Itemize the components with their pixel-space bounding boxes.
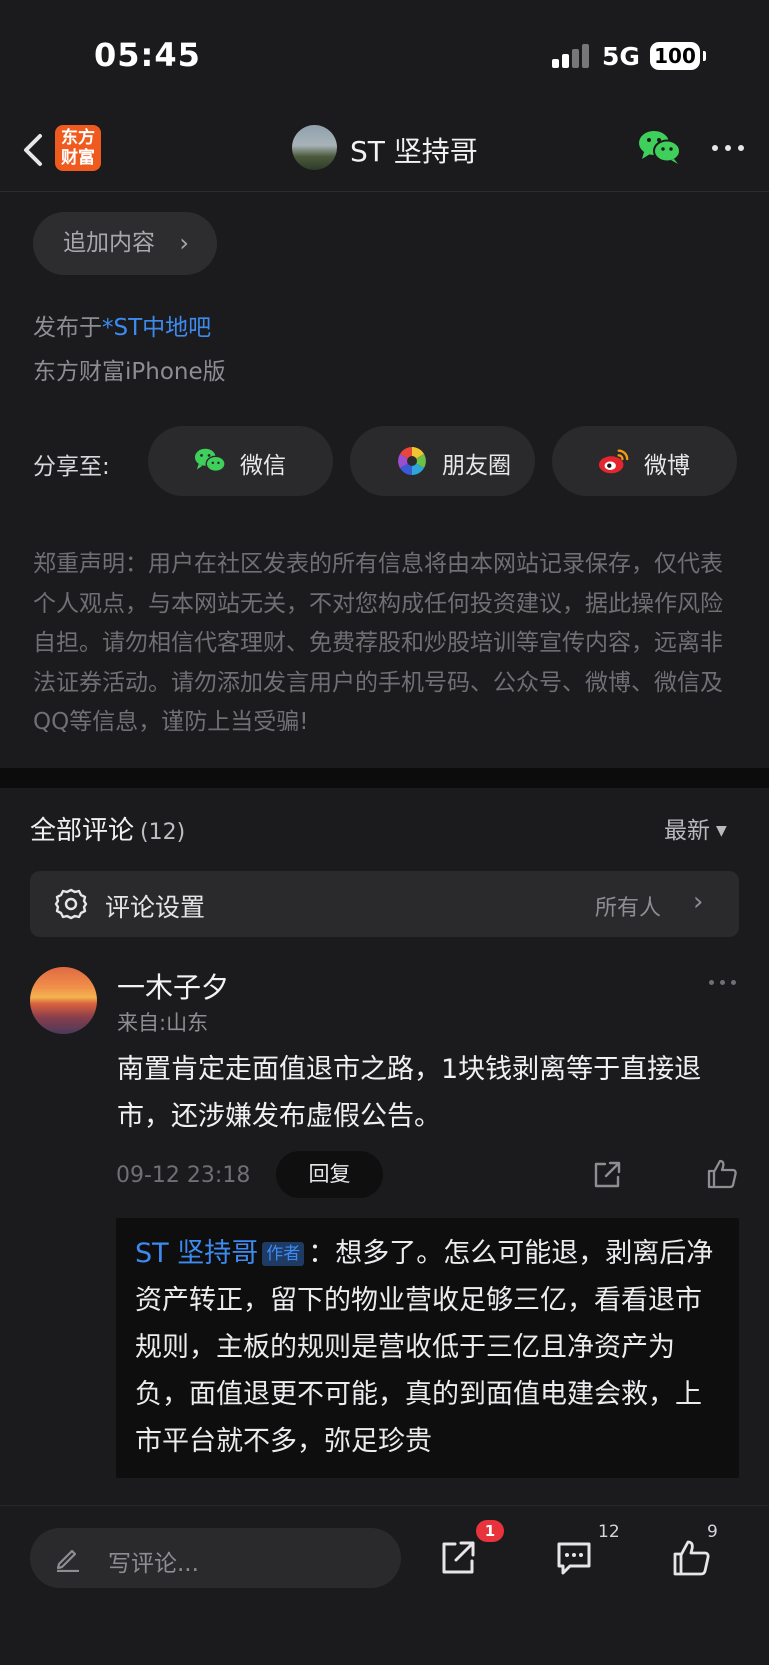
share-wechat-button[interactable]: 微信 [148,426,333,496]
bottom-bar: 写评论... 1 12 9 [0,1505,769,1665]
chevron-right-icon: › [693,887,704,917]
posted-in: 发布于*ST中地吧 [33,308,211,342]
back-icon[interactable] [18,130,48,170]
status-time: 05:45 [94,36,201,74]
add-content-label: 追加内容 [63,230,155,256]
nav-bar: 东方 财富 ST 坚持哥 [0,112,769,192]
author-name[interactable]: ST 坚持哥 [350,130,478,170]
comment-placeholder: 写评论... [108,1551,199,1577]
thumbs-up-icon[interactable] [706,1158,738,1190]
comment-settings-value: 所有人 [595,896,662,921]
comment-more-icon[interactable] [707,978,739,988]
share-wechat-label: 微信 [240,453,286,479]
share-weibo-button[interactable]: 微博 [552,426,737,496]
share-label: 分享至: [33,454,110,480]
disclaimer: 郑重声明：用户在社区发表的所有信息将由本网站记录保存，仅代表个人观点，与本网站无… [33,551,723,735]
wechat-icon[interactable] [638,128,682,166]
share-moments-button[interactable]: 朋友圈 [350,426,535,496]
author-avatar[interactable] [292,125,337,170]
share-icon[interactable] [591,1159,623,1191]
status-bar: 05:45 5G 100 [0,0,769,112]
reply-author[interactable]: ST 坚持哥 [135,1238,258,1269]
client-info: 东方财富iPhone版 [33,359,226,385]
share-badge: 1 [476,1520,504,1542]
weibo-icon [598,449,629,474]
commenter-name[interactable]: 一木子夕 [117,966,229,1006]
reply-box: ST 坚持哥 作者 ：想多了。怎么可能退，剥离后净资产转正，留下的物业营收足够三亿，… [116,1218,739,1478]
comment-icon[interactable] [554,1538,594,1578]
share-icon[interactable] [438,1538,478,1578]
comments-title: 全部评论 [30,816,135,846]
posted-prefix: 发布于 [33,315,102,341]
reply-button[interactable]: 回复 [276,1151,383,1198]
section-divider [0,768,769,788]
like-count: 9 [707,1522,718,1542]
signal-icon [552,44,592,68]
comment-text: 南置肯定走面值退市之路，1块钱剥离等于直接退市，还涉嫌发布虚假公告。 [117,1054,702,1132]
reply-separator: ： [308,1238,336,1269]
add-content-button[interactable]: 追加内容 › [33,212,217,275]
sort-dropdown[interactable]: 最新 ▼ [664,811,727,845]
share-moments-label: 朋友圈 [442,453,511,479]
comment-count: 12 [598,1522,620,1542]
app-logo[interactable]: 东方 财富 [55,125,101,171]
caret-down-icon: ▼ [716,823,727,839]
comments-count: (12) [140,820,186,845]
commenter-avatar[interactable] [30,967,97,1034]
commenter-location: 来自:山东 [117,1011,209,1035]
comment-time: 09-12 23:18 [116,1163,251,1188]
comment-settings-row[interactable]: 评论设置 所有人 › [30,871,739,937]
battery-icon: 100 [650,42,706,70]
thumbs-up-icon[interactable] [671,1538,711,1578]
more-icon[interactable] [708,142,748,154]
moments-icon [398,447,426,475]
comments-header: 全部评论 (12) [30,810,185,847]
logo-line-2: 财富 [61,148,95,168]
logo-line-1: 东方 [61,128,95,148]
sort-label: 最新 [664,818,710,844]
gear-icon [54,888,88,920]
chevron-right-icon: › [179,229,189,257]
wechat-icon [194,448,226,473]
author-badge: 作者 [262,1242,305,1266]
forum-link[interactable]: *ST中地吧 [102,315,211,341]
pencil-icon [56,1549,79,1572]
comment-input[interactable]: 写评论... [30,1528,401,1588]
network-type: 5G [602,42,640,71]
share-weibo-label: 微博 [644,453,690,479]
comment-settings-label: 评论设置 [105,893,206,922]
reply-content: ST 坚持哥 作者 ：想多了。怎么可能退，剥离后净资产转正，留下的物业营收足够三亿，… [135,1230,725,1465]
reply-text: 想多了。怎么可能退，剥离后净资产转正，留下的物业营收足够三亿，看看退市规则，主板… [135,1238,714,1457]
